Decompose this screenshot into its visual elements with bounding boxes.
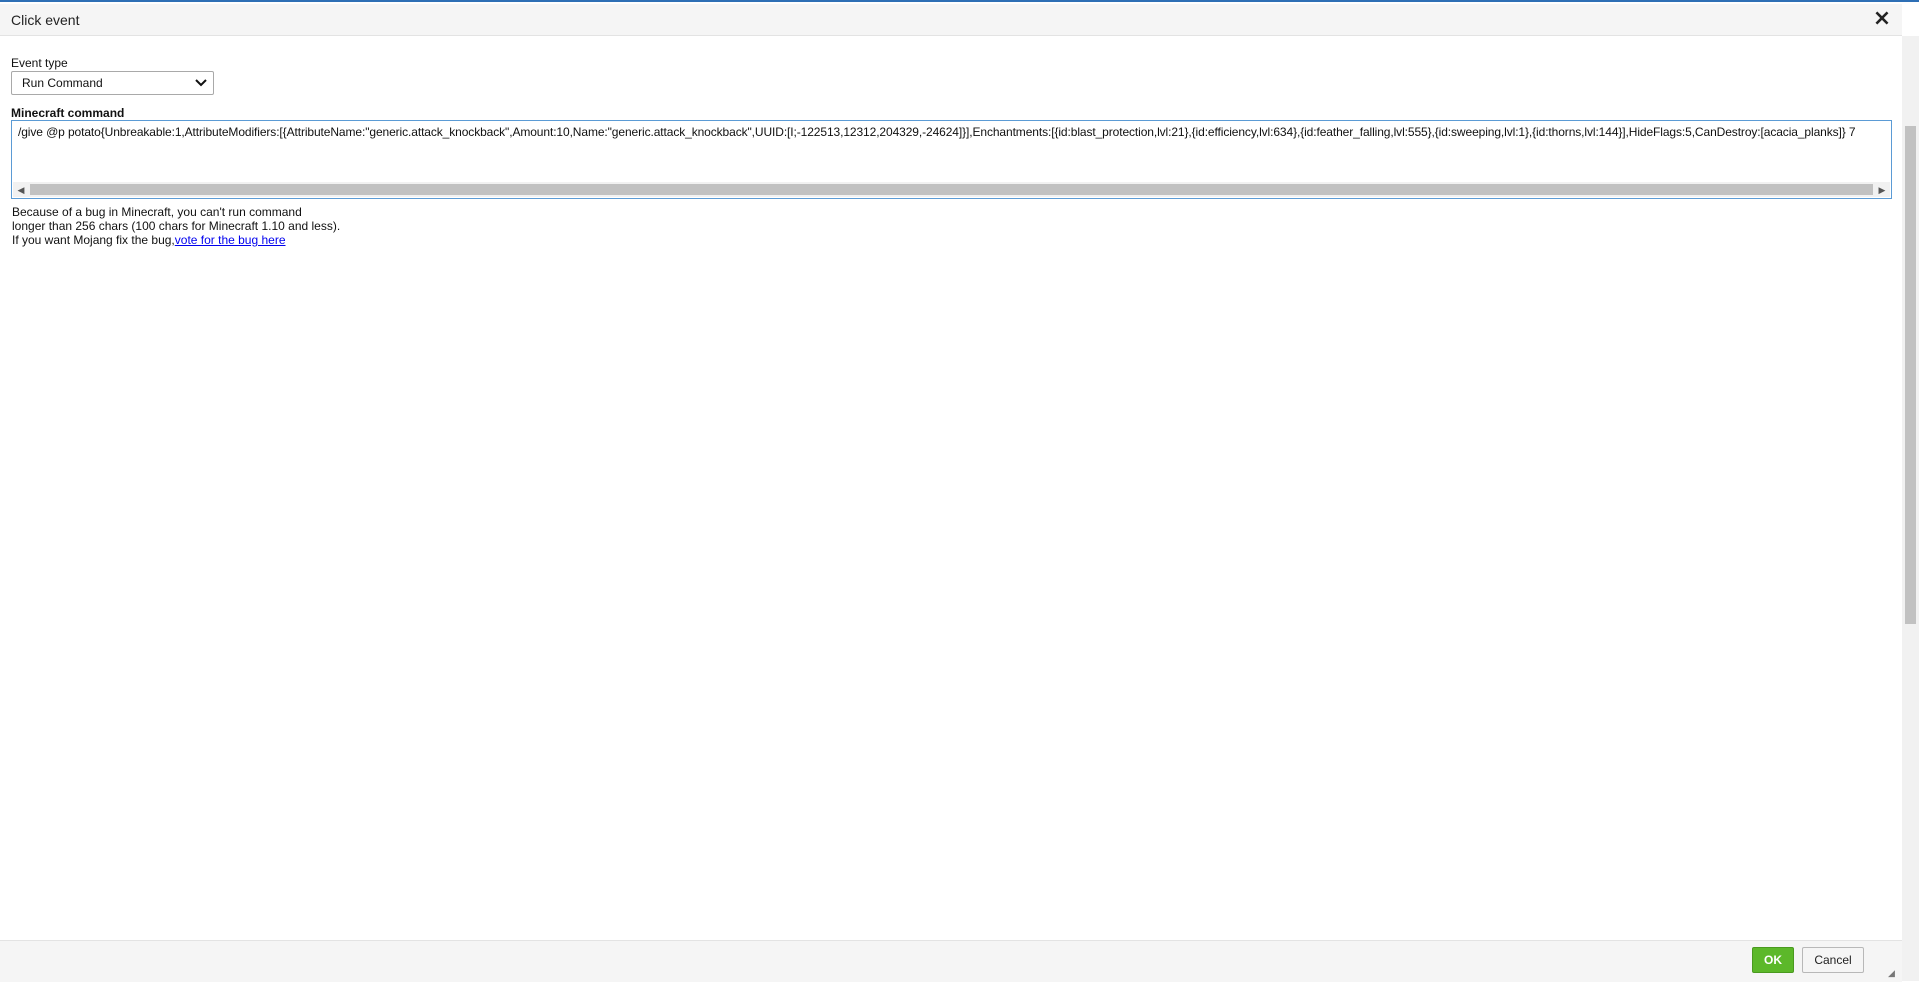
minecraft-command-label: Minecraft command	[11, 106, 125, 120]
note-line-3-text: If you want Mojang fix the bug,	[12, 233, 175, 247]
command-textarea[interactable]: /give @p potato{Unbreakable:1,AttributeM…	[11, 120, 1892, 199]
horizontal-scroll-thumb[interactable]	[30, 184, 1873, 195]
ok-button[interactable]: OK	[1752, 947, 1794, 973]
cancel-button[interactable]: Cancel	[1802, 947, 1864, 973]
command-text: /give @p potato{Unbreakable:1,AttributeM…	[18, 125, 1856, 139]
event-type-label: Event type	[11, 56, 68, 70]
vertical-scrollbar[interactable]	[1902, 36, 1919, 981]
note-line-1: Because of a bug in Minecraft, you can't…	[12, 205, 302, 219]
event-type-selected-value: Run Command	[22, 76, 103, 90]
vertical-scroll-thumb[interactable]	[1905, 126, 1916, 624]
note-line-3: If you want Mojang fix the bug,vote for …	[12, 233, 340, 247]
vote-bug-link[interactable]: vote for the bug here	[175, 233, 286, 247]
note-line-2: longer than 256 chars (100 chars for Min…	[12, 219, 341, 233]
close-icon[interactable]: ×	[1872, 8, 1892, 30]
dialog-title: Click event	[11, 12, 80, 28]
horizontal-scrollbar[interactable]: ◀ ▶	[13, 182, 1890, 197]
command-length-note: Because of a bug in Minecraft, you can't…	[12, 205, 340, 247]
scroll-left-icon[interactable]: ◀	[16, 185, 26, 195]
chevron-down-icon	[195, 79, 207, 87]
dialog-footer: OK Cancel ◢	[0, 940, 1902, 982]
resize-grip-icon[interactable]: ◢	[1888, 968, 1898, 978]
click-event-dialog: Click event × Event type Run Command Min…	[0, 0, 1919, 982]
scroll-right-icon[interactable]: ▶	[1877, 185, 1887, 195]
dialog-titlebar: Click event ×	[0, 4, 1902, 36]
event-type-select[interactable]: Run Command	[11, 71, 214, 95]
